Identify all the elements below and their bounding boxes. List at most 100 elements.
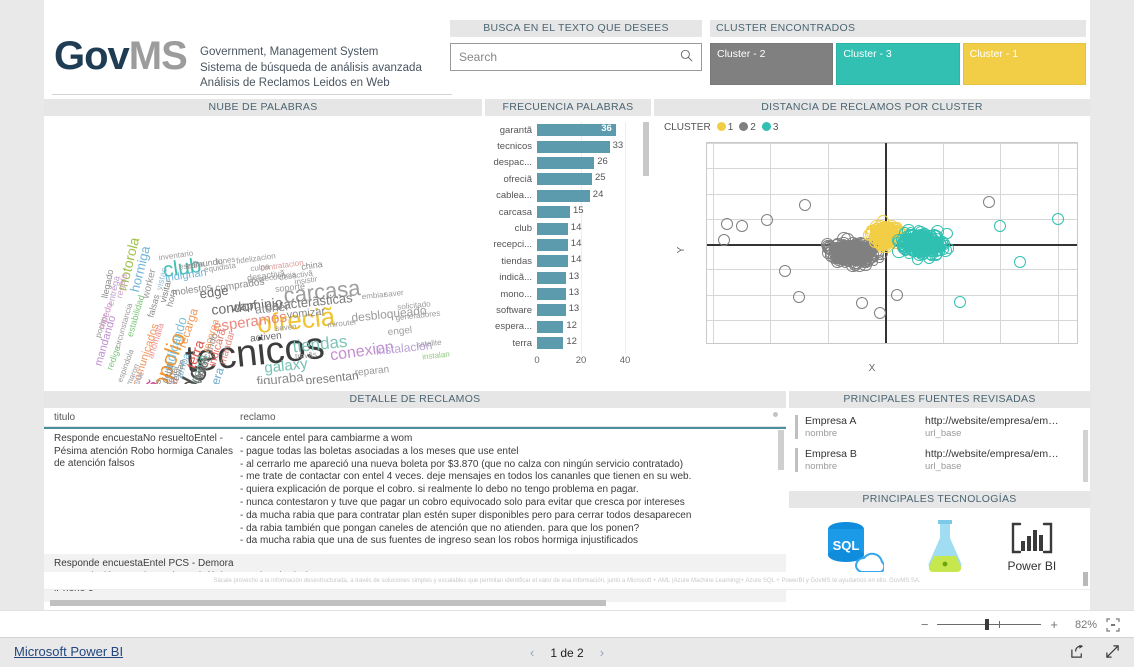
share-icon[interactable] bbox=[1070, 644, 1085, 662]
frequency-bar[interactable] bbox=[537, 222, 568, 235]
scatter-point[interactable] bbox=[873, 307, 886, 320]
frequency-bar-row[interactable]: club 14 bbox=[485, 220, 651, 236]
frequency-bar[interactable] bbox=[537, 156, 595, 169]
frequency-bar[interactable] bbox=[537, 288, 566, 301]
frequency-bar[interactable] bbox=[537, 320, 564, 333]
scatter-point[interactable] bbox=[761, 214, 774, 226]
frequency-bar[interactable] bbox=[537, 173, 592, 186]
zoom-out-button[interactable]: − bbox=[921, 617, 929, 632]
search-field[interactable] bbox=[450, 43, 702, 71]
wordcloud-word[interactable]: reparan bbox=[354, 364, 389, 379]
frequency-bar-row[interactable]: ofreciã 25 bbox=[485, 171, 651, 187]
scatter-point[interactable] bbox=[890, 288, 903, 301]
scatter-point[interactable] bbox=[778, 264, 791, 277]
scatter-point[interactable] bbox=[1014, 255, 1027, 268]
frequency-bar[interactable] bbox=[537, 206, 570, 219]
wordcloud-word[interactable]: wapf bbox=[231, 298, 258, 315]
disclaimer-scrollbar[interactable] bbox=[1083, 572, 1088, 586]
wordcloud-word[interactable]: atener bbox=[254, 299, 289, 316]
zoom-in-button[interactable]: + bbox=[1050, 617, 1058, 632]
wordcloud-word[interactable]: hora bbox=[164, 288, 178, 308]
frequency-bar-row[interactable]: software 13 bbox=[485, 302, 651, 318]
scatter-point[interactable] bbox=[735, 220, 748, 233]
scatter-point[interactable] bbox=[857, 251, 867, 260]
reclamo-line: - nunca contestaron y tuve que pagar un … bbox=[240, 496, 685, 508]
frequency-bar[interactable] bbox=[537, 189, 590, 202]
scatter-point[interactable] bbox=[892, 233, 906, 247]
search-icon[interactable] bbox=[680, 49, 693, 65]
table-row[interactable]: Responde encuestaNo resueltoEntel - Pési… bbox=[44, 429, 786, 554]
wordcloud-word[interactable]: china bbox=[301, 259, 324, 272]
fit-to-page-icon[interactable] bbox=[1106, 617, 1120, 632]
frequency-chart[interactable]: garantã 36 tecnicos 33 despac... 26 ofreciã 25 c… bbox=[485, 116, 651, 384]
detail-more-options-icon[interactable] bbox=[773, 412, 778, 417]
scatter-point[interactable] bbox=[954, 296, 966, 309]
previous-page-button[interactable]: ‹ bbox=[530, 645, 534, 660]
scatter-plot-area[interactable]: 0,40,20,0-0,2-0,4-0,6-0,50,00,5 bbox=[706, 142, 1078, 344]
wordcloud-word[interactable]: instalan bbox=[422, 350, 450, 362]
fullscreen-icon[interactable] bbox=[1105, 644, 1120, 662]
column-header-titulo[interactable]: titulo bbox=[44, 412, 240, 423]
frequency-bar-row[interactable]: espera... 12 bbox=[485, 319, 651, 335]
frequency-bar-row[interactable]: cablea... 24 bbox=[485, 188, 651, 204]
frequency-bar[interactable] bbox=[537, 140, 610, 153]
frequency-bar-row[interactable]: tecnicos 33 bbox=[485, 138, 651, 154]
detail-vertical-scrollbar[interactable] bbox=[778, 430, 784, 470]
frequency-bar-row[interactable]: garantã 36 bbox=[485, 122, 651, 138]
scatter-point[interactable] bbox=[856, 297, 869, 310]
frequency-bar-row[interactable]: tiendas 14 bbox=[485, 253, 651, 269]
zoom-slider-handle[interactable] bbox=[985, 619, 990, 630]
scatter-point[interactable] bbox=[928, 238, 941, 252]
scatter-point[interactable] bbox=[721, 217, 734, 230]
scatter-legend[interactable]: CLUSTER 1 2 3 bbox=[664, 122, 778, 133]
detail-horizontal-scrollbar[interactable] bbox=[50, 600, 606, 606]
scatter-point[interactable] bbox=[920, 234, 930, 243]
next-page-button[interactable]: › bbox=[600, 645, 604, 660]
frequency-bar-value: 12 bbox=[566, 336, 577, 348]
frequency-bar-row[interactable]: despac... 26 bbox=[485, 155, 651, 171]
scatter-point[interactable] bbox=[798, 198, 811, 211]
column-header-reclamo[interactable]: reclamo bbox=[240, 412, 786, 423]
zoom-slider[interactable] bbox=[937, 619, 1042, 630]
wordcloud-word[interactable]: bio bbox=[259, 380, 272, 384]
frequency-bar-row[interactable]: mono... 13 bbox=[485, 286, 651, 302]
wordcloud-word[interactable]: generadores bbox=[395, 309, 441, 323]
frequency-bar[interactable] bbox=[537, 255, 568, 268]
frequency-bar-row[interactable]: recepci... 14 bbox=[485, 237, 651, 253]
frequency-bar[interactable] bbox=[537, 271, 566, 284]
frequency-bar[interactable] bbox=[537, 238, 568, 251]
cluster-tile-3[interactable]: Cluster - 3 bbox=[836, 43, 960, 85]
scatter-point[interactable] bbox=[1051, 212, 1064, 225]
scatter-chart[interactable]: CLUSTER 1 2 3 Y 0,40,20,0-0,2-0,4-0,6-0,… bbox=[654, 116, 1090, 384]
wordcloud-word[interactable]: mirouter bbox=[327, 317, 357, 329]
source-name-caption: nombre bbox=[805, 461, 838, 472]
legend-item-2[interactable]: 2 bbox=[739, 122, 756, 133]
frequency-bar-row[interactable]: indicã... 13 bbox=[485, 270, 651, 286]
wordcloud-word[interactable]: embiar bbox=[361, 290, 386, 302]
frequency-bar[interactable] bbox=[537, 304, 566, 317]
row-reclamo: - cancele entel para cambiarme a wom - pa… bbox=[240, 433, 786, 548]
source-url-col: http://website/empresa/em… url_base bbox=[925, 448, 1084, 472]
scatter-point[interactable] bbox=[906, 241, 921, 255]
legend-item-1[interactable]: 1 bbox=[716, 122, 733, 133]
frequency-bar[interactable] bbox=[537, 337, 564, 350]
wordcloud-word[interactable]: saver bbox=[384, 288, 404, 299]
wordcloud-canvas[interactable]: tecnicosgarantãdespachocableadoofreciãmo… bbox=[44, 116, 482, 384]
scatter-point[interactable] bbox=[793, 291, 805, 304]
legend-item-3[interactable]: 3 bbox=[761, 122, 778, 133]
frequency-bar-row[interactable]: carcasa 15 bbox=[485, 204, 651, 220]
reclamo-line: - me trate de contactar con entel 4 vece… bbox=[240, 471, 692, 483]
list-item[interactable]: Empresa B nombre http://website/empresa/… bbox=[789, 445, 1090, 478]
frequency-bar-row[interactable]: terra 12 bbox=[485, 335, 651, 351]
list-item[interactable]: Empresa A nombre http://website/empresa/… bbox=[789, 412, 1090, 445]
scatter-point[interactable] bbox=[982, 196, 995, 209]
scatter-point[interactable] bbox=[994, 220, 1007, 233]
wordcloud-word[interactable]: engel bbox=[387, 325, 412, 338]
cluster-tile-2[interactable]: Cluster - 2 bbox=[710, 43, 834, 85]
wordcloud-word[interactable]: presentan bbox=[305, 368, 360, 384]
cluster-tile-1[interactable]: Cluster - 1 bbox=[962, 43, 1086, 85]
frequency-scrollbar[interactable] bbox=[643, 122, 649, 176]
wordcloud-word[interactable]: satelite bbox=[416, 338, 442, 350]
search-input[interactable] bbox=[459, 50, 680, 64]
sources-scrollbar[interactable] bbox=[1083, 430, 1088, 482]
